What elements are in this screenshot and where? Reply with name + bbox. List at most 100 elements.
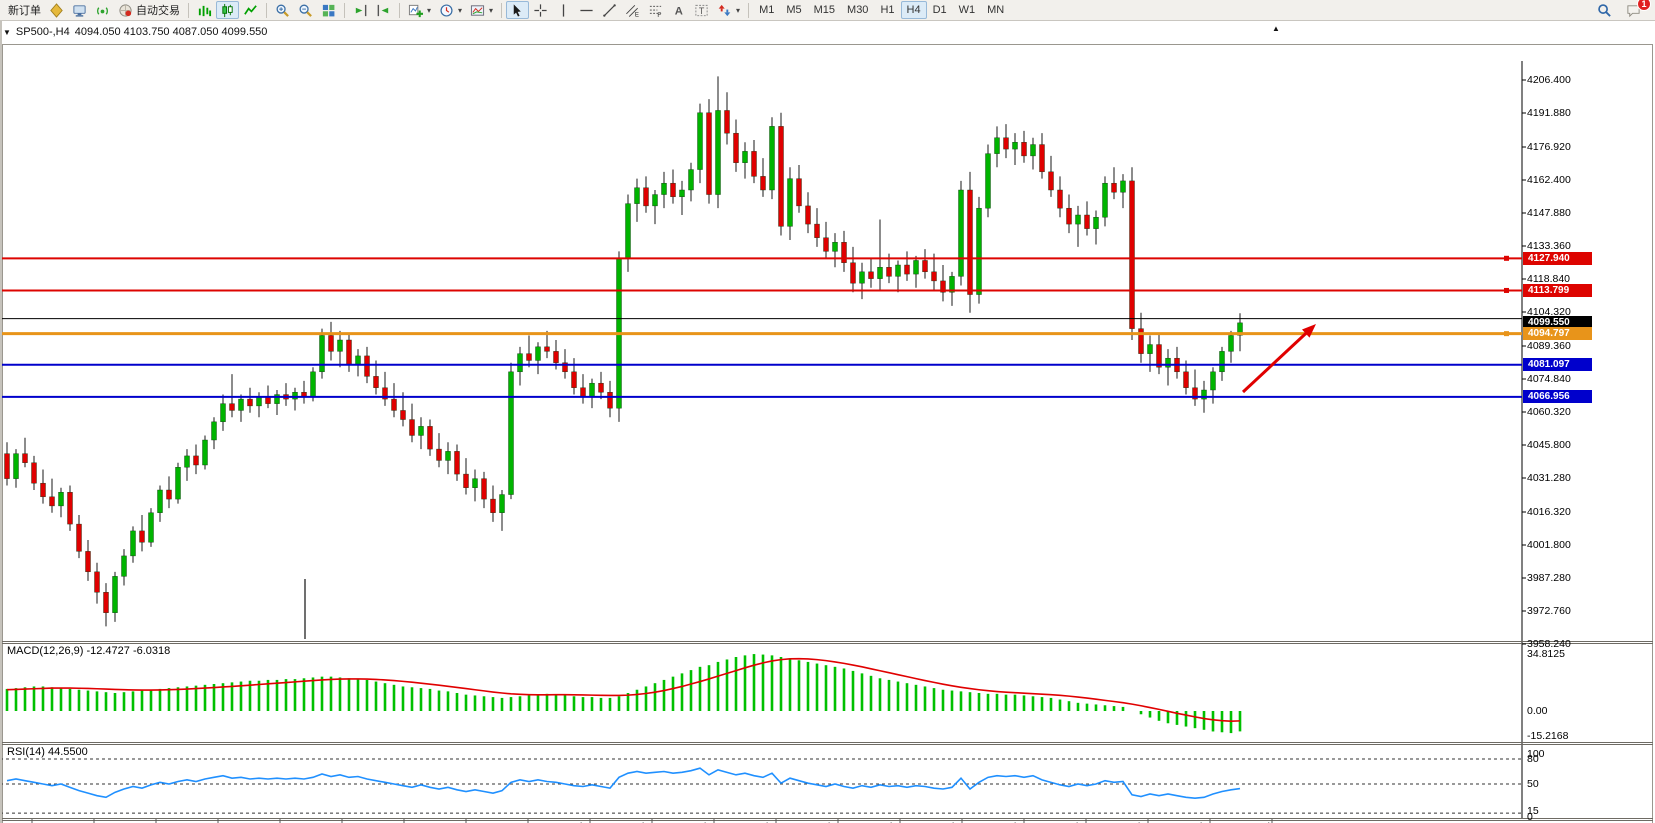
candle-body — [626, 204, 631, 259]
linechart-icon — [243, 3, 258, 18]
periods-button[interactable]: ▾ — [435, 1, 466, 19]
price-axis-label: 4016.320 — [1527, 506, 1571, 518]
candle-body — [1004, 138, 1009, 149]
candle-body — [734, 133, 739, 163]
new-order-button[interactable]: 新订单 — [4, 1, 45, 19]
line-chart-button[interactable] — [239, 1, 262, 19]
candlestick-chart-button[interactable] — [216, 1, 239, 19]
candle-body — [581, 388, 586, 397]
candle-body — [248, 399, 253, 406]
candle-body — [806, 206, 811, 224]
label-button[interactable]: T — [690, 1, 713, 19]
tile-windows-button[interactable] — [317, 1, 340, 19]
price-axis-label: 4001.800 — [1527, 539, 1571, 551]
cursor-button[interactable] — [506, 1, 529, 19]
indicators-button[interactable]: ▾ — [404, 1, 435, 19]
terminal-button[interactable] — [68, 1, 91, 19]
chart-canvas[interactable] — [0, 21, 1655, 823]
candle-body — [293, 392, 298, 399]
timeframe-button-D1[interactable]: D1 — [927, 1, 953, 19]
chart-shift-button[interactable] — [372, 1, 395, 19]
candle-body — [1094, 217, 1099, 228]
candle-body — [923, 260, 928, 271]
candle-body — [716, 110, 721, 194]
notifications-button[interactable]: 1 — [1622, 1, 1645, 19]
signal-button[interactable] — [91, 1, 114, 19]
search-button[interactable] — [1593, 1, 1616, 19]
timeframe-button-W1[interactable]: W1 — [953, 1, 982, 19]
dropdown-arrow-icon: ▾ — [736, 6, 740, 15]
candle-body — [671, 183, 676, 197]
bar-chart-button[interactable] — [193, 1, 216, 19]
timeframe-button-M15[interactable]: M15 — [808, 1, 841, 19]
funnel-button[interactable] — [45, 1, 68, 19]
scroll-marker-icon[interactable]: ▲ — [1272, 24, 1280, 33]
line-handle-square[interactable] — [1504, 331, 1509, 336]
zoom-out-button[interactable] — [294, 1, 317, 19]
svg-text:E: E — [635, 11, 639, 17]
arrows-button[interactable]: ▾ — [713, 1, 744, 19]
trendline-button[interactable] — [598, 1, 621, 19]
line-handle-square[interactable] — [1504, 288, 1509, 293]
cursor-icon — [510, 3, 525, 18]
svg-text:T: T — [699, 6, 705, 16]
candle-body — [5, 454, 10, 479]
candle-body — [797, 179, 802, 206]
candle-body — [275, 395, 280, 404]
toolbar-separator — [501, 3, 502, 18]
bars-icon — [197, 3, 212, 18]
timeframe-button-H4[interactable]: H4 — [901, 1, 927, 19]
funnel-icon — [49, 3, 64, 18]
candle-body — [752, 151, 757, 176]
candle-body — [1058, 190, 1063, 208]
candle-body — [320, 335, 325, 371]
template-icon — [470, 3, 485, 18]
price-axis-label: 4206.400 — [1527, 74, 1571, 86]
chevron-down-icon[interactable]: ▼ — [3, 28, 11, 37]
candle-body — [842, 242, 847, 262]
channel-button[interactable]: E — [621, 1, 644, 19]
timeframe-button-MN[interactable]: MN — [981, 1, 1010, 19]
candle-body — [1031, 145, 1036, 156]
rsi-axis-label: 80 — [1527, 753, 1539, 765]
candle-body — [419, 426, 424, 435]
timeframe-button-H1[interactable]: H1 — [874, 1, 900, 19]
auto-scroll-button[interactable] — [349, 1, 372, 19]
timeframe-button-M30[interactable]: M30 — [841, 1, 874, 19]
crosshair-button[interactable] — [529, 1, 552, 19]
vertical-line-button[interactable] — [552, 1, 575, 19]
zoom-in-button[interactable] — [271, 1, 294, 19]
candle-body — [869, 272, 874, 279]
candle-body — [428, 426, 433, 449]
timeframe-group: M1M5M15M30H1H4D1W1MN — [753, 1, 1010, 19]
fibonacci-button[interactable]: F — [644, 1, 667, 19]
candle-body — [815, 224, 820, 238]
timeframe-button-M1[interactable]: M1 — [753, 1, 780, 19]
templates-button[interactable]: ▾ — [466, 1, 497, 19]
hline-icon — [579, 3, 594, 18]
chart-window[interactable]: ▼ SP500-,H4 4094.050 4103.750 4087.050 4… — [0, 21, 1655, 823]
candle-body — [14, 454, 19, 479]
candle-body — [1013, 142, 1018, 149]
candle-body — [608, 392, 613, 408]
candle-body — [1112, 183, 1117, 192]
line-handle-square[interactable] — [1504, 256, 1509, 261]
auto-trading-button[interactable]: 自动交易 — [114, 1, 184, 19]
candle-body — [1211, 372, 1216, 390]
candle-body — [374, 376, 379, 387]
candle-body — [1130, 181, 1135, 329]
candle-body — [185, 456, 190, 467]
autoscroll-icon — [353, 3, 368, 18]
candle-body — [365, 356, 370, 376]
candle-body — [68, 492, 73, 524]
price-tag: 4127.940 — [1523, 252, 1592, 265]
annotation-arrow-shaft[interactable] — [1243, 332, 1307, 392]
price-axis-label: 4060.320 — [1527, 406, 1571, 418]
horizontal-line-button[interactable] — [575, 1, 598, 19]
toolbar-group-2 — [271, 1, 340, 19]
candle-body — [887, 267, 892, 276]
timeframe-button-M5[interactable]: M5 — [780, 1, 807, 19]
text-button[interactable]: A — [667, 1, 690, 19]
candle-body — [635, 188, 640, 204]
price-tag: 4066.956 — [1523, 390, 1592, 403]
